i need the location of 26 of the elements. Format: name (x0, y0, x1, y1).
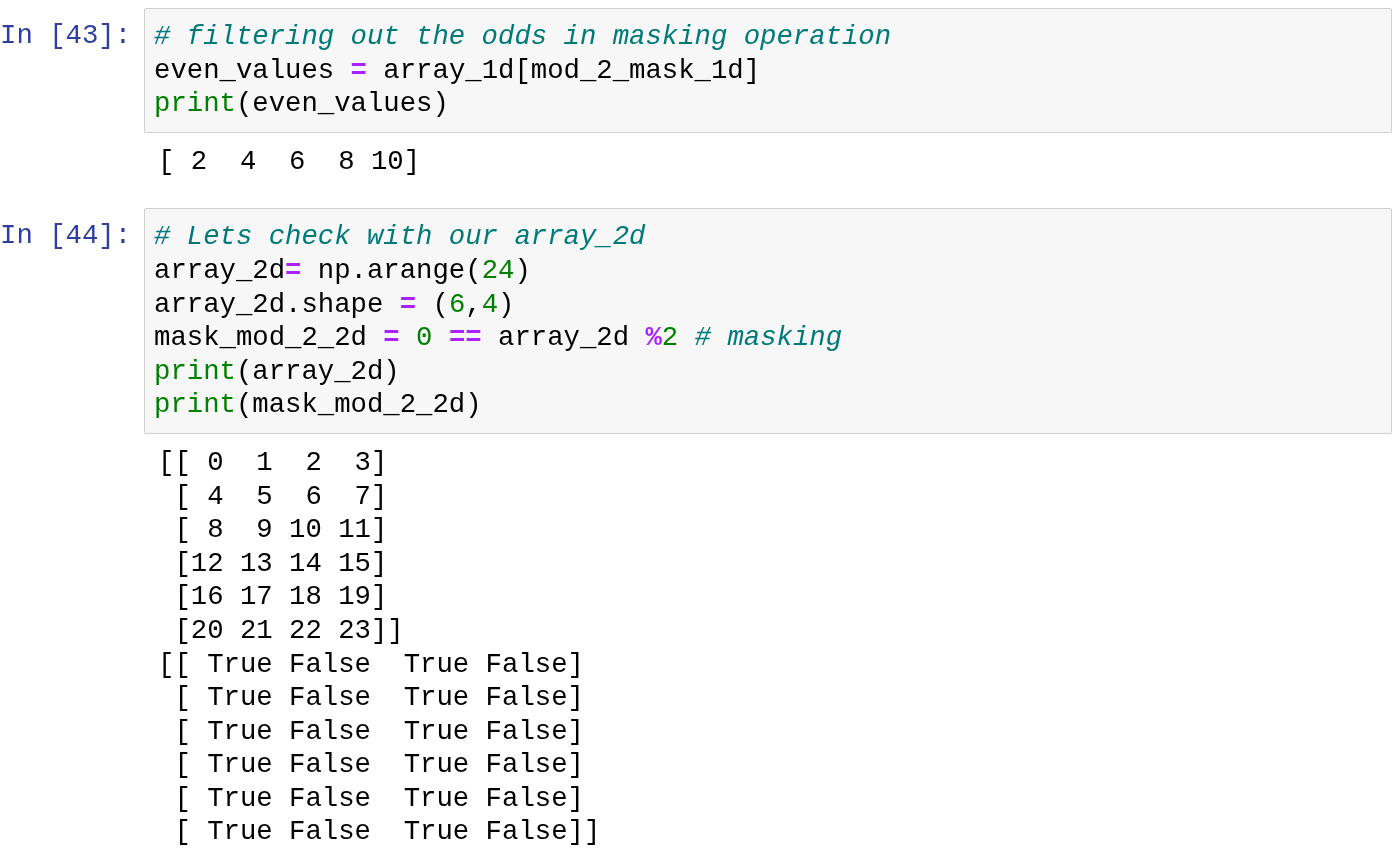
output-line: [16 17 18 19] (173, 580, 388, 614)
output-line: [ True False True False] (173, 681, 584, 715)
code-line: mask_mod_2_2d = 0 == array_2d %2 # masking (154, 321, 844, 355)
output-line: [ 2 4 6 8 10] (158, 144, 421, 179)
code-line: print(array_2d) (154, 354, 401, 389)
output-line: [ 8 9 10 11] (173, 513, 388, 547)
code-cell[interactable]: # filtering out the odds in masking operation even_values = array_1d[mod_2_mask_1d] print(even_values) (144, 8, 1392, 133)
input-prompt: In [43]: (0, 19, 133, 53)
code-line: even_values = array_1d[mod_2_mask_1d] (154, 53, 762, 88)
code-line: array_2d= np.arange(24) (154, 253, 532, 288)
code-cell[interactable]: # Lets check with our array_2d array_2d= np.arange(24) array_2d.shape = (6,4) mask_mod_2_2d = 0 == array_2d %2 # masking print(array_2d) print(mask_mod_2_2d) (144, 208, 1392, 434)
output-line: [ 4 5 6 7] (173, 479, 388, 514)
code-line: # filtering out the odds in masking operation (154, 20, 893, 54)
output-line: [20 21 22 23]] (173, 613, 404, 648)
output-line: [[ True False True False] (158, 647, 584, 682)
code-line: print(even_values) (154, 87, 450, 121)
output-line: [ True False True False]] (173, 815, 601, 850)
input-prompt: In [44]: (0, 219, 133, 253)
code-line: array_2d.shape = (6,4) (154, 287, 516, 322)
output-line: [ True False True False] (173, 714, 584, 749)
code-line: # Lets check with our array_2d (154, 220, 647, 254)
code-line: print(mask_mod_2_2d) (154, 388, 483, 422)
output-line: [ True False True False] (173, 748, 584, 782)
output-line: [12 13 14 15] (173, 546, 388, 581)
output-line: [[ 0 1 2 3] (158, 445, 388, 480)
output-line: [ True False True False] (173, 781, 584, 816)
